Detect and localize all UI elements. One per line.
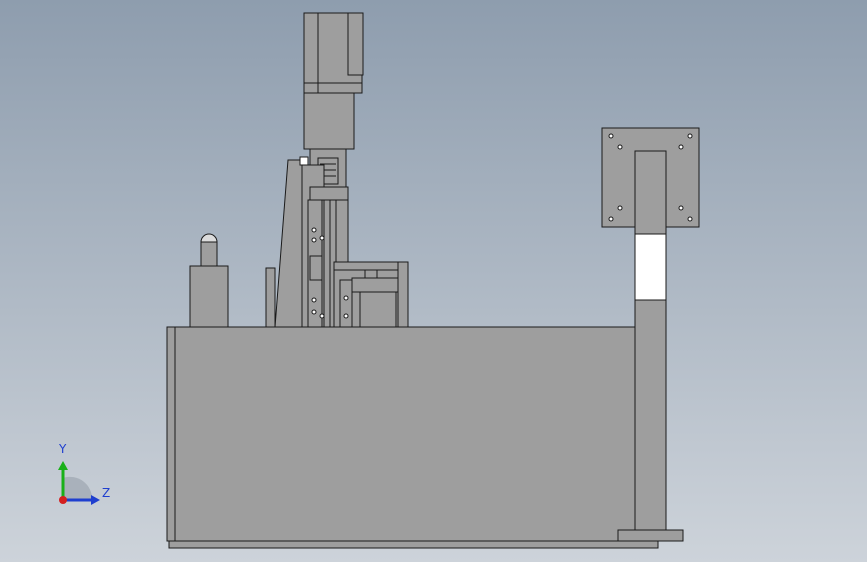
z-axis-label: Z (102, 486, 111, 500)
motor-housing[interactable] (303, 12, 364, 94)
cad-3d-viewport[interactable]: Y Z (0, 0, 867, 562)
motor-flange[interactable] (303, 92, 355, 150)
y-axis-label: Y (59, 442, 67, 456)
x-axis-dot (59, 496, 67, 504)
end-effector-frame[interactable] (333, 261, 409, 328)
assembly-model[interactable] (0, 0, 867, 562)
base-cabinet[interactable] (166, 326, 659, 549)
